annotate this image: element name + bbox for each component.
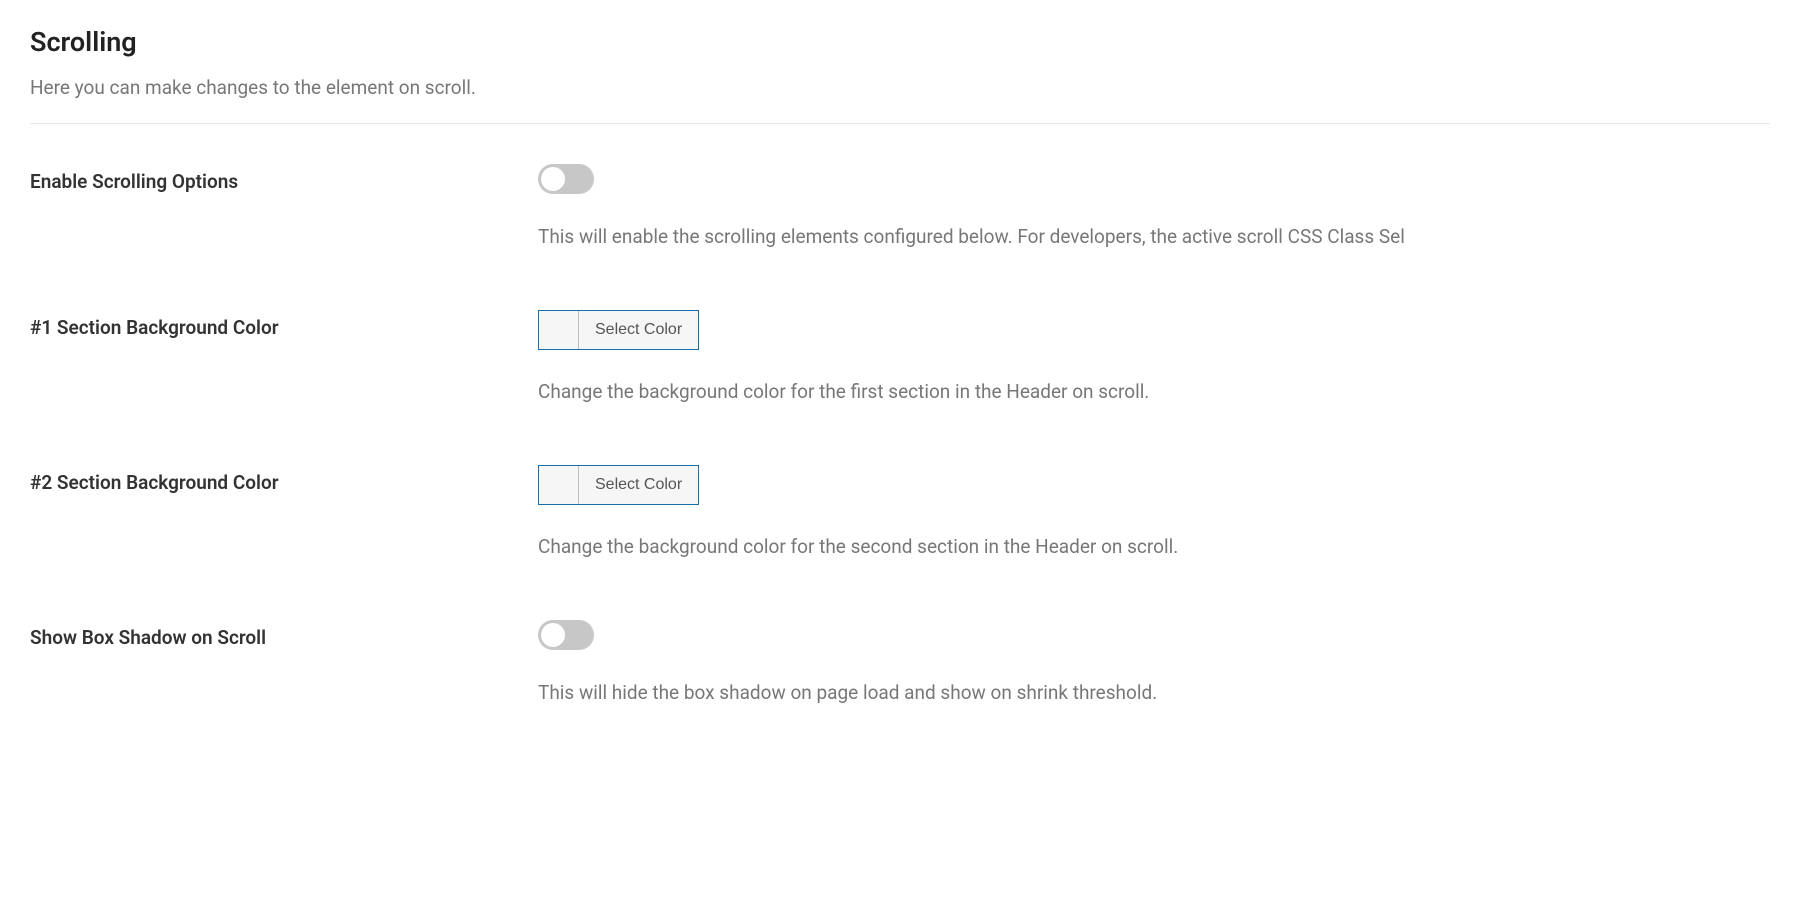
field-help-box-shadow: This will hide the box shadow on page lo… <box>538 681 1770 704</box>
color-picker-label: Select Color <box>579 466 698 504</box>
toggle-knob <box>541 167 565 191</box>
field-control: Select Color Change the background color… <box>538 465 1770 558</box>
field-label-enable-scrolling: Enable Scrolling Options <box>30 164 538 193</box>
field-bg-color-1: #1 Section Background Color Select Color… <box>30 310 1770 403</box>
section-title: Scrolling <box>30 26 1770 58</box>
field-label-bg-color-1: #1 Section Background Color <box>30 310 538 339</box>
field-help-bg-color-2: Change the background color for the seco… <box>538 535 1770 558</box>
section-divider <box>30 123 1770 124</box>
enable-scrolling-toggle[interactable] <box>538 164 594 194</box>
field-control: This will enable the scrolling elements … <box>538 164 1770 248</box>
bg-color-1-picker[interactable]: Select Color <box>538 310 699 350</box>
section-subtitle: Here you can make changes to the element… <box>30 76 1770 99</box>
field-bg-color-2: #2 Section Background Color Select Color… <box>30 465 1770 558</box>
color-swatch <box>539 311 579 349</box>
color-swatch <box>539 466 579 504</box>
bg-color-2-picker[interactable]: Select Color <box>538 465 699 505</box>
field-control: This will hide the box shadow on page lo… <box>538 620 1770 704</box>
field-enable-scrolling: Enable Scrolling Options This will enabl… <box>30 164 1770 248</box>
field-control: Select Color Change the background color… <box>538 310 1770 403</box>
field-label-bg-color-2: #2 Section Background Color <box>30 465 538 494</box>
toggle-knob <box>541 623 565 647</box>
field-help-enable-scrolling: This will enable the scrolling elements … <box>538 225 1770 248</box>
field-label-box-shadow: Show Box Shadow on Scroll <box>30 620 538 649</box>
color-picker-label: Select Color <box>579 311 698 349</box>
box-shadow-toggle[interactable] <box>538 620 594 650</box>
field-help-bg-color-1: Change the background color for the firs… <box>538 380 1770 403</box>
field-box-shadow: Show Box Shadow on Scroll This will hide… <box>30 620 1770 704</box>
